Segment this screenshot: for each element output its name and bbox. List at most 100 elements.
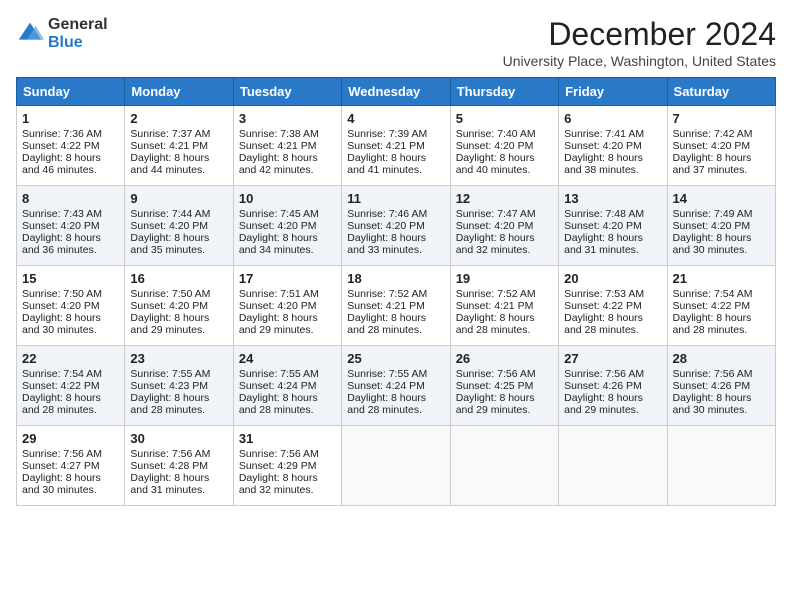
- sunrise-text: Sunrise: 7:56 AM: [130, 448, 227, 460]
- calendar-row: 22 Sunrise: 7:54 AMSunset: 4:22 PM Dayligh…: [17, 346, 776, 426]
- sunset-text: Sunset: 4:21 PM: [347, 300, 444, 312]
- calendar-cell: 23 Sunrise: 7:55 AMSunset: 4:23 PMDayligh…: [125, 346, 233, 426]
- sunset-text: Sunset: 4:28 PM: [130, 460, 227, 472]
- day-number: 31: [239, 431, 336, 446]
- calendar-cell: 20 Sunrise: 7:53 AMSunset: 4:22 PMDayligh…: [559, 266, 667, 346]
- calendar-cell: 25Sunrise: 7:55 AMSunset: 4:24 PMDayligh…: [342, 346, 450, 426]
- daylight-text: Daylight: 8 hours and 30 minutes.: [22, 312, 119, 336]
- header-row: Sunday Monday Tuesday Wednesday Thursday…: [17, 78, 776, 106]
- sunrise-text: Sunrise: 7:56 AM: [564, 368, 661, 380]
- sunset-text: Sunset: 4:22 PM: [22, 140, 119, 152]
- daylight-text: Daylight: 8 hours and 35 minutes.: [130, 232, 227, 256]
- sunset-text: Sunset: 4:20 PM: [564, 140, 661, 152]
- daylight-text: Daylight: 8 hours and 33 minutes.: [347, 232, 444, 256]
- page-header: General Blue December 2024 University Pl…: [16, 16, 776, 69]
- sunrise-text: Sunrise: 7:55 AM: [130, 368, 227, 380]
- sunrise-text: Sunrise: 7:43 AM: [22, 208, 119, 220]
- daylight-text: Daylight: 8 hours and 28 minutes.: [456, 312, 553, 336]
- day-number: 14: [673, 191, 770, 206]
- sunset-text: Sunset: 4:21 PM: [347, 140, 444, 152]
- sunrise-text: Sunrise: 7:56 AM: [673, 368, 770, 380]
- sunset-text: Sunset: 4:20 PM: [130, 220, 227, 232]
- sunrise-text: Sunrise: 7:56 AM: [22, 448, 119, 460]
- sunset-text: Sunset: 4:23 PM: [130, 380, 227, 392]
- calendar-cell: [559, 426, 667, 506]
- day-number: 22: [22, 351, 119, 366]
- col-saturday: Saturday: [667, 78, 775, 106]
- daylight-text: Daylight: 8 hours and 42 minutes.: [239, 152, 336, 176]
- sunrise-text: Sunrise: 7:52 AM: [456, 288, 553, 300]
- calendar-cell: 2Sunrise: 7:37 AMSunset: 4:21 PMDaylight…: [125, 106, 233, 186]
- daylight-text: Daylight: 8 hours and 44 minutes.: [130, 152, 227, 176]
- sunset-text: Sunset: 4:29 PM: [239, 460, 336, 472]
- sunset-text: Sunset: 4:21 PM: [130, 140, 227, 152]
- daylight-text: Daylight: 8 hours and 28 minutes.: [239, 392, 336, 416]
- day-number: 25: [347, 351, 444, 366]
- day-number: 30: [130, 431, 227, 446]
- sunrise-text: Sunrise: 7:54 AM: [673, 288, 770, 300]
- daylight-text: Daylight: 8 hours and 29 minutes.: [130, 312, 227, 336]
- sunrise-text: Sunrise: 7:44 AM: [130, 208, 227, 220]
- calendar-cell: 10Sunrise: 7:45 AMSunset: 4:20 PMDayligh…: [233, 186, 341, 266]
- day-number: 5: [456, 111, 553, 126]
- logo-blue: Blue: [48, 34, 108, 52]
- sunrise-text: Sunrise: 7:56 AM: [239, 448, 336, 460]
- calendar-row: 8Sunrise: 7:43 AMSunset: 4:20 PMDaylight…: [17, 186, 776, 266]
- daylight-text: Daylight: 8 hours and 30 minutes.: [673, 232, 770, 256]
- sunrise-text: Sunrise: 7:38 AM: [239, 128, 336, 140]
- calendar-cell: 1Sunrise: 7:36 AMSunset: 4:22 PMDaylight…: [17, 106, 125, 186]
- calendar-cell: 27Sunrise: 7:56 AMSunset: 4:26 PMDayligh…: [559, 346, 667, 426]
- month-title: December 2024: [503, 16, 776, 53]
- logo: General Blue: [16, 16, 108, 51]
- day-number: 18: [347, 271, 444, 286]
- sunrise-text: Sunrise: 7:54 AM: [22, 368, 119, 380]
- calendar-cell: 3Sunrise: 7:38 AMSunset: 4:21 PMDaylight…: [233, 106, 341, 186]
- day-number: 4: [347, 111, 444, 126]
- sunrise-text: Sunrise: 7:51 AM: [239, 288, 336, 300]
- daylight-text: Daylight: 8 hours and 30 minutes.: [22, 472, 119, 496]
- calendar-cell: [667, 426, 775, 506]
- daylight-text: Daylight: 8 hours and 31 minutes.: [564, 232, 661, 256]
- col-sunday: Sunday: [17, 78, 125, 106]
- sunrise-text: Sunrise: 7:53 AM: [564, 288, 661, 300]
- calendar-cell: 4 Sunrise: 7:39 AMSunset: 4:21 PMDaylight…: [342, 106, 450, 186]
- day-number: 9: [130, 191, 227, 206]
- daylight-text: Daylight: 8 hours and 28 minutes.: [564, 312, 661, 336]
- sunrise-text: Sunrise: 7:50 AM: [130, 288, 227, 300]
- sunrise-text: Sunrise: 7:37 AM: [130, 128, 227, 140]
- day-number: 16: [130, 271, 227, 286]
- sunset-text: Sunset: 4:20 PM: [456, 140, 553, 152]
- day-number: 24: [239, 351, 336, 366]
- daylight-text: Daylight: 8 hours and 41 minutes.: [347, 152, 444, 176]
- sunrise-text: Sunrise: 7:52 AM: [347, 288, 444, 300]
- sunset-text: Sunset: 4:22 PM: [564, 300, 661, 312]
- calendar-cell: 28Sunrise: 7:56 AMSunset: 4:26 PMDayligh…: [667, 346, 775, 426]
- calendar-row: 29Sunrise: 7:56 AMSunset: 4:27 PMDayligh…: [17, 426, 776, 506]
- sunrise-text: Sunrise: 7:39 AM: [347, 128, 444, 140]
- sunset-text: Sunset: 4:27 PM: [22, 460, 119, 472]
- day-number: 23: [130, 351, 227, 366]
- sunset-text: Sunset: 4:20 PM: [564, 220, 661, 232]
- daylight-text: Daylight: 8 hours and 29 minutes.: [564, 392, 661, 416]
- daylight-text: Daylight: 8 hours and 29 minutes.: [456, 392, 553, 416]
- sunrise-text: Sunrise: 7:40 AM: [456, 128, 553, 140]
- col-tuesday: Tuesday: [233, 78, 341, 106]
- calendar-cell: 22Sunrise: 7:54 AMSunset: 4:22 PMDayligh…: [17, 346, 125, 426]
- calendar-cell: 6Sunrise: 7:41 AMSunset: 4:20 PMDaylight…: [559, 106, 667, 186]
- daylight-text: Daylight: 8 hours and 38 minutes.: [564, 152, 661, 176]
- calendar-cell: 26Sunrise: 7:56 AMSunset: 4:25 PMDayligh…: [450, 346, 558, 426]
- sunrise-text: Sunrise: 7:42 AM: [673, 128, 770, 140]
- daylight-text: Daylight: 8 hours and 31 minutes.: [130, 472, 227, 496]
- daylight-text: Daylight: 8 hours and 28 minutes.: [673, 312, 770, 336]
- day-number: 20: [564, 271, 661, 286]
- sunset-text: Sunset: 4:22 PM: [22, 380, 119, 392]
- sunrise-text: Sunrise: 7:50 AM: [22, 288, 119, 300]
- day-number: 12: [456, 191, 553, 206]
- day-number: 10: [239, 191, 336, 206]
- daylight-text: Daylight: 8 hours and 40 minutes.: [456, 152, 553, 176]
- sunset-text: Sunset: 4:20 PM: [239, 220, 336, 232]
- sunrise-text: Sunrise: 7:55 AM: [239, 368, 336, 380]
- calendar-cell: 18Sunrise: 7:52 AMSunset: 4:21 PMDayligh…: [342, 266, 450, 346]
- sunset-text: Sunset: 4:25 PM: [456, 380, 553, 392]
- daylight-text: Daylight: 8 hours and 28 minutes.: [130, 392, 227, 416]
